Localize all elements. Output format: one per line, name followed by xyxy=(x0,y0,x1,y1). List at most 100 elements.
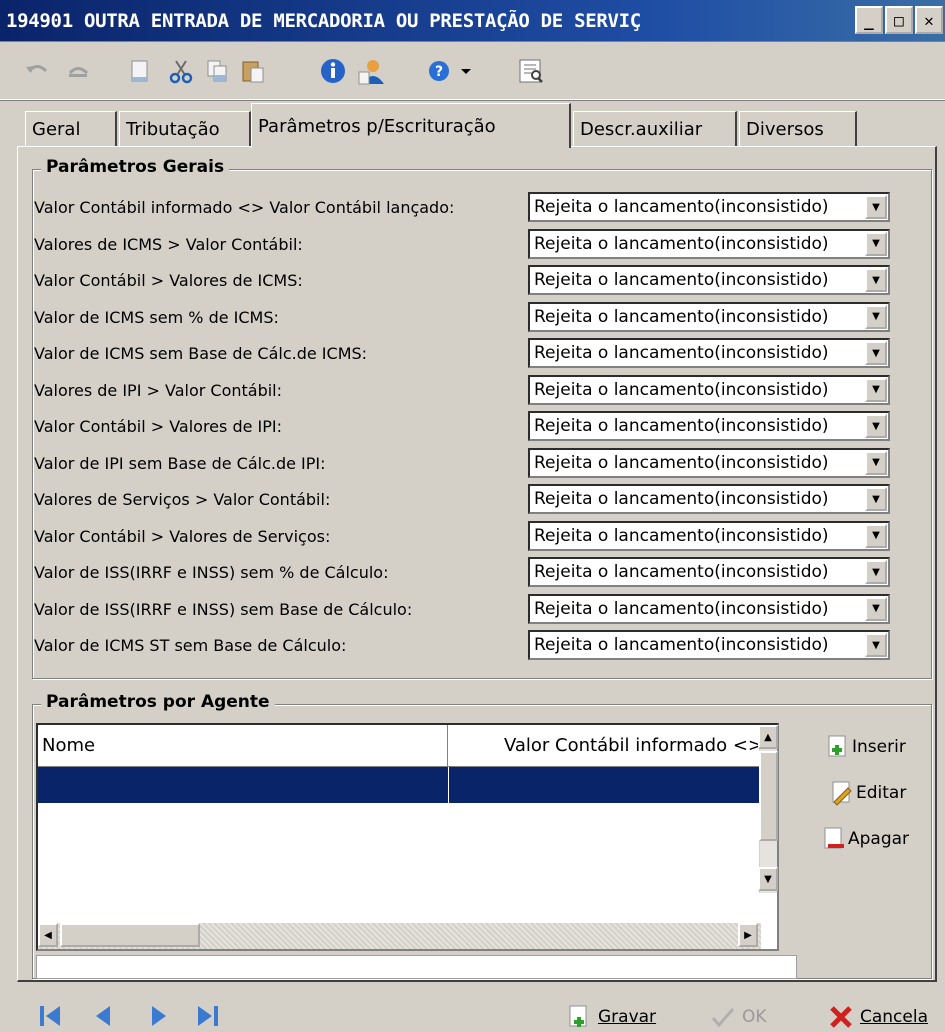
param-label: Valor de ICMS ST sem Base de Cálculo: xyxy=(34,636,347,655)
help-icon[interactable]: ? xyxy=(424,56,454,86)
new-document-icon[interactable] xyxy=(124,56,154,86)
param-label: Valor Contábil > Valores de ICMS: xyxy=(34,271,303,290)
param-select[interactable]: Rejeita o lancamento(inconsistido) ▼ xyxy=(528,411,890,441)
last-record-icon[interactable] xyxy=(194,1002,222,1030)
user-icon[interactable] xyxy=(356,56,386,86)
chevron-down-icon[interactable]: ▼ xyxy=(865,268,887,292)
param-select[interactable]: Rejeita o lancamento(inconsistido) ▼ xyxy=(528,593,890,624)
dropdown-icon[interactable] xyxy=(456,56,476,86)
param-label: Valor Contábil > Valores de IPI: xyxy=(34,417,283,436)
param-label: Valor de IPI sem Base de Cálc.de IPI: xyxy=(34,453,326,473)
previous-record-icon[interactable] xyxy=(90,1002,118,1030)
chevron-down-icon[interactable]: ▼ xyxy=(865,414,887,438)
paste-icon[interactable] xyxy=(238,56,268,86)
param-select-value: Rejeita o lancamento(inconsistido) xyxy=(534,379,829,400)
param-select[interactable]: Rejeita o lancamento(inconsistido) ▼ xyxy=(528,630,890,660)
undo-icon[interactable] xyxy=(22,56,52,86)
table-row[interactable] xyxy=(38,767,765,803)
scroll-right-icon[interactable]: ▶ xyxy=(738,923,758,947)
chevron-down-icon[interactable]: ▼ xyxy=(865,450,887,475)
redo-icon[interactable] xyxy=(64,56,94,86)
param-select-value: Rejeita o lancamento(inconsistido) xyxy=(534,598,829,619)
grid-footer-field[interactable] xyxy=(36,955,797,979)
param-select[interactable]: Rejeita o lancamento(inconsistido) ▼ xyxy=(528,447,890,478)
cancel-button[interactable]: Cancela xyxy=(828,1004,928,1030)
horizontal-scroll-thumb[interactable] xyxy=(60,923,200,947)
chevron-down-icon[interactable]: ▼ xyxy=(865,304,887,329)
vertical-scrollbar[interactable]: ▲ ▼ xyxy=(758,725,778,893)
delete-icon xyxy=(824,827,844,849)
param-select-value: Rejeita o lancamento(inconsistido) xyxy=(534,452,829,473)
param-select[interactable]: Rejeita o lancamento(inconsistido) ▼ xyxy=(528,301,890,332)
horizontal-scrollbar[interactable]: ◀ ▶ xyxy=(38,923,761,949)
param-label: Valores de IPI > Valor Contábil: xyxy=(34,380,283,400)
tab-descr-auxiliar[interactable]: Descr.auxiliar xyxy=(573,111,737,147)
param-select[interactable]: Rejeita o lancamento(inconsistido) ▼ xyxy=(528,557,890,587)
scroll-up-icon[interactable]: ▲ xyxy=(758,725,778,749)
param-select-value: Rejeita o lancamento(inconsistido) xyxy=(534,562,829,582)
chevron-down-icon[interactable]: ▼ xyxy=(865,596,887,621)
chevron-down-icon[interactable]: ▼ xyxy=(865,523,887,548)
insert-button[interactable]: Inserir xyxy=(826,734,906,760)
toolbar: ? xyxy=(0,42,945,100)
param-select-value: Rejeita o lancamento(inconsistido) xyxy=(534,416,829,436)
copy-icon[interactable] xyxy=(202,56,232,86)
delete-label: Apagar xyxy=(848,829,910,849)
grid-header: Nome Valor Contábil informado <> xyxy=(38,725,765,767)
vertical-scroll-thumb[interactable] xyxy=(759,751,778,841)
save-label: Gravar xyxy=(598,1007,657,1027)
param-select[interactable]: Rejeita o lancamento(inconsistido) ▼ xyxy=(528,484,890,514)
edit-button[interactable]: Editar xyxy=(830,780,906,806)
param-select-value: Rejeita o lancamento(inconsistido) xyxy=(534,270,829,290)
params-gerais-title: Parâmetros Gerais xyxy=(41,157,230,177)
tab-parametros-escrituracao[interactable]: Parâmetros p/Escrituração xyxy=(251,103,571,148)
param-select-value: Rejeita o lancamento(inconsistido) xyxy=(534,525,829,546)
ok-label: OK xyxy=(742,1007,767,1027)
close-button[interactable]: ✕ xyxy=(915,6,943,34)
chevron-down-icon[interactable]: ▼ xyxy=(865,231,887,256)
param-label: Valor de ICMS sem Base de Cálc.de ICMS: xyxy=(34,344,368,363)
chevron-down-icon[interactable]: ▼ xyxy=(865,560,887,584)
param-select[interactable]: Rejeita o lancamento(inconsistido) ▼ xyxy=(528,520,890,551)
minimize-button[interactable]: _ xyxy=(855,6,883,34)
print-preview-icon[interactable] xyxy=(516,56,546,86)
tab-geral[interactable]: Geral xyxy=(25,111,117,147)
info-icon[interactable] xyxy=(318,56,348,86)
param-select[interactable]: Rejeita o lancamento(inconsistido) ▼ xyxy=(528,265,890,295)
title-bar: 194901 OUTRA ENTRADA DE MERCADORIA OU PR… xyxy=(0,0,945,42)
checkmark-icon xyxy=(711,1008,735,1028)
delete-button[interactable]: Apagar xyxy=(822,826,909,852)
scroll-down-icon[interactable]: ▼ xyxy=(758,867,778,891)
param-select-value: Rejeita o lancamento(inconsistido) xyxy=(534,306,829,327)
param-select[interactable]: Rejeita o lancamento(inconsistido) ▼ xyxy=(528,192,890,222)
param-select-value: Rejeita o lancamento(inconsistido) xyxy=(534,635,829,655)
tab-tributacao[interactable]: Tributação xyxy=(119,111,251,147)
cancel-label: Cancela xyxy=(860,1007,929,1027)
chevron-down-icon[interactable]: ▼ xyxy=(865,341,887,365)
chevron-down-icon[interactable]: ▼ xyxy=(865,487,887,511)
first-record-icon[interactable] xyxy=(36,1002,64,1030)
cancel-x-icon xyxy=(830,1006,852,1028)
tab-diversos[interactable]: Diversos xyxy=(739,111,857,147)
param-select[interactable]: Rejeita o lancamento(inconsistido) ▼ xyxy=(528,338,890,368)
column-header-valor-contabil[interactable]: Valor Contábil informado <> xyxy=(448,725,765,766)
ok-button[interactable]: OK xyxy=(710,1004,767,1030)
chevron-down-icon[interactable]: ▼ xyxy=(865,195,887,219)
param-select-value: Rejeita o lancamento(inconsistido) xyxy=(534,233,829,254)
param-select[interactable]: Rejeita o lancamento(inconsistido) ▼ xyxy=(528,228,890,259)
agent-grid[interactable]: Nome Valor Contábil informado <> ▲ ▼ ◀ ▶ xyxy=(36,723,779,951)
param-select[interactable]: Rejeita o lancamento(inconsistido) ▼ xyxy=(528,374,890,405)
chevron-down-icon[interactable]: ▼ xyxy=(865,377,887,402)
param-label: Valor de ICMS sem % de ICMS: xyxy=(34,307,279,327)
maximize-button[interactable]: □ xyxy=(885,6,913,34)
save-button[interactable]: Gravar xyxy=(566,1004,656,1030)
scroll-left-icon[interactable]: ◀ xyxy=(38,923,58,947)
window-title: 194901 OUTRA ENTRADA DE MERCADORIA OU PR… xyxy=(6,9,641,32)
bottom-bar: Gravar OK Cancela xyxy=(0,996,945,1032)
chevron-down-icon[interactable]: ▼ xyxy=(865,633,887,657)
param-select-value: Rejeita o lancamento(inconsistido) xyxy=(534,343,829,363)
next-record-icon[interactable] xyxy=(144,1002,172,1030)
param-select-value: Rejeita o lancamento(inconsistido) xyxy=(534,197,829,217)
cut-icon[interactable] xyxy=(166,56,196,86)
column-header-nome[interactable]: Nome xyxy=(38,725,448,766)
